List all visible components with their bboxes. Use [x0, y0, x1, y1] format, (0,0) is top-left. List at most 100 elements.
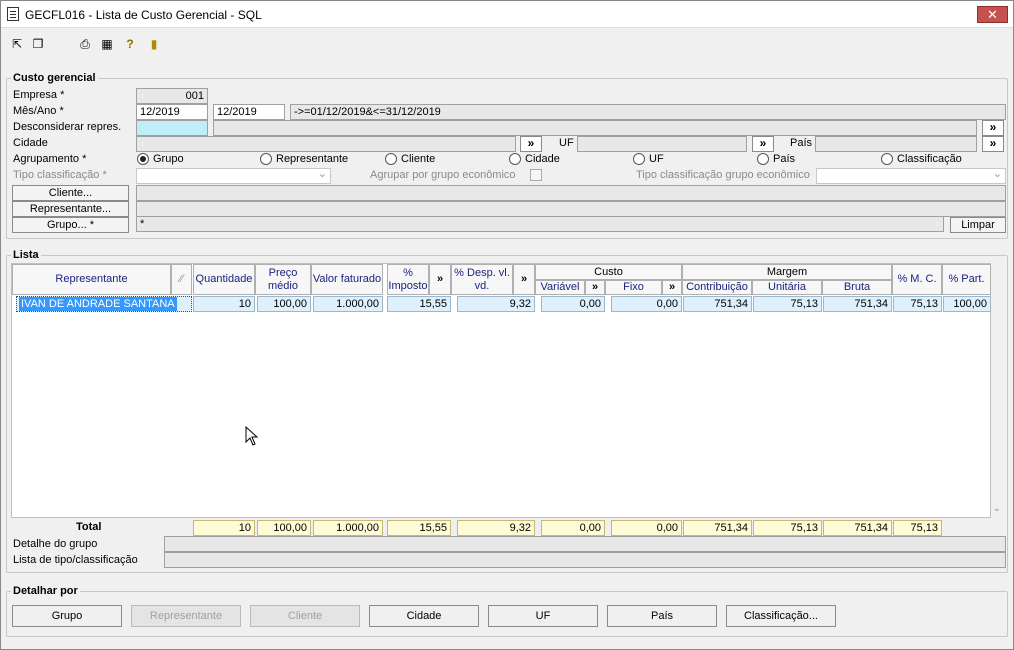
total-contribuicao: 751,34 — [683, 520, 752, 536]
calendar-icon[interactable]: ▦ — [99, 36, 115, 52]
radio-uf-label: UF — [649, 153, 664, 165]
lista-title: Lista — [11, 249, 41, 261]
row-mc: 75,13 — [893, 296, 942, 312]
window-title: GECFL016 - Lista de Custo Gerencial - SQ… — [25, 8, 262, 22]
representante-cell[interactable]: IVAN DE ANDRADE SANTANA — [16, 296, 192, 312]
export-icon[interactable]: ⇱ — [9, 36, 25, 52]
print-icon[interactable]: ⎙ — [77, 36, 93, 52]
header-variavel[interactable]: Variável — [535, 280, 585, 295]
cidade-field[interactable] — [136, 136, 516, 152]
empresa-field[interactable]: 001 — [136, 88, 208, 104]
lista-tipo-field — [164, 552, 1006, 568]
detalhar-pais-button[interactable]: País — [607, 605, 717, 627]
total-imposto: 15,55 — [387, 520, 451, 536]
header-valor-faturado[interactable]: Valor faturado — [311, 264, 383, 295]
tipo-class-ge-label: Tipo classificação grupo econômico — [636, 169, 810, 181]
row-despesa: 9,32 — [457, 296, 535, 312]
header-fixo[interactable]: Fixo — [605, 280, 662, 295]
header-mc[interactable]: % M. C. — [892, 264, 942, 295]
detalhar-grupo-button[interactable]: Grupo — [12, 605, 122, 627]
radio-pais[interactable] — [757, 153, 769, 165]
representante-value: IVAN DE ANDRADE SANTANA — [19, 297, 177, 311]
radio-classificacao[interactable] — [881, 153, 893, 165]
representante-button[interactable]: Representante... — [12, 201, 129, 217]
header-quantidade[interactable]: Quantidade — [193, 264, 255, 295]
scroll-down-icon[interactable]: ⌄ — [993, 503, 1001, 514]
radio-pais-label: País — [773, 153, 796, 165]
cliente-button[interactable]: Cliente... — [12, 185, 129, 201]
header-bruta[interactable]: Bruta — [822, 280, 892, 295]
header-imposto[interactable]: % Imposto — [387, 264, 429, 295]
radio-representante[interactable] — [260, 153, 272, 165]
detalhar-title: Detalhar por — [11, 585, 80, 597]
representante-field — [136, 201, 1006, 217]
total-quantidade: 10 — [193, 520, 255, 536]
tipo-classificacao-select[interactable] — [136, 167, 331, 184]
uf-more-button[interactable]: » — [752, 136, 774, 152]
radio-cliente[interactable] — [385, 153, 397, 165]
detalhar-cliente-button[interactable]: Cliente — [250, 605, 360, 627]
agrupar-grupo-economico-checkbox[interactable] — [530, 169, 542, 181]
cidade-more-button[interactable]: » — [520, 136, 542, 152]
despesa-more-button[interactable]: » — [513, 264, 535, 295]
detalhar-uf-button[interactable]: UF — [488, 605, 598, 627]
close-button[interactable]: ✕ — [977, 6, 1008, 23]
mes-fim-field[interactable]: 12/2019 — [213, 104, 285, 120]
detalhar-cidade-button[interactable]: Cidade — [369, 605, 479, 627]
radio-cidade[interactable] — [509, 153, 521, 165]
row-contribuicao: 751,34 — [683, 296, 752, 312]
app-window: GECFL016 - Lista de Custo Gerencial - SQ… — [0, 0, 1014, 650]
total-variavel: 0,00 — [541, 520, 605, 536]
total-bruta: 751,34 — [823, 520, 892, 536]
tipo-class-ge-select[interactable] — [816, 167, 1006, 184]
uf-field[interactable] — [577, 136, 747, 152]
total-preco-medio: 100,00 — [257, 520, 311, 536]
imposto-more-button[interactable]: » — [429, 264, 451, 295]
custo-gerencial-title: Custo gerencial — [11, 72, 98, 84]
header-unitaria[interactable]: Unitária — [752, 280, 822, 295]
vertical-scrollbar[interactable]: ⌄ — [991, 295, 1005, 517]
grupo-field: * — [136, 216, 944, 232]
row-variavel: 0,00 — [541, 296, 605, 312]
mouse-cursor-icon — [245, 426, 259, 446]
row-bruta: 751,34 — [823, 296, 892, 312]
radio-cidade-label: Cidade — [525, 153, 560, 165]
header-despesa[interactable]: % Desp. vl. vd. — [451, 264, 513, 295]
pais-more-button[interactable]: » — [982, 136, 1004, 152]
detalhar-classificacao-button[interactable]: Classificação... — [726, 605, 836, 627]
sort-icon[interactable]: ⁄⁄ — [171, 264, 192, 295]
row-quantidade: 10 — [193, 296, 255, 312]
desconsiderar-more-button[interactable]: » — [982, 120, 1004, 136]
radio-representante-label: Representante — [276, 153, 349, 165]
grupo-button[interactable]: Grupo... * — [12, 217, 129, 233]
total-unitaria: 75,13 — [753, 520, 822, 536]
row-preco-medio: 100,00 — [257, 296, 311, 312]
fixo-more-button[interactable]: » — [662, 280, 682, 295]
radio-grupo[interactable] — [137, 153, 149, 165]
lista-tipo-label: Lista de tipo/classificação — [13, 554, 138, 566]
header-preco-medio[interactable]: Preço médio — [255, 264, 311, 295]
radio-uf[interactable] — [633, 153, 645, 165]
pais-field[interactable] — [815, 136, 977, 152]
total-despesa: 9,32 — [457, 520, 535, 536]
document-icon — [7, 7, 19, 21]
desconsiderar-field[interactable] — [136, 120, 208, 136]
total-label: Total — [76, 521, 102, 533]
copy-icon[interactable]: ❐ — [30, 36, 46, 52]
header-part[interactable]: % Part. — [942, 264, 991, 295]
cliente-field — [136, 185, 1006, 201]
row-valor-faturado: 1.000,00 — [313, 296, 383, 312]
header-contribuicao[interactable]: Contribuição — [682, 280, 752, 295]
pais-label: País — [790, 137, 813, 149]
total-mc: 75,13 — [893, 520, 942, 536]
row-part: 100,00 — [943, 296, 991, 312]
mes-range-field: ->=01/12/2019&<=31/12/2019 — [290, 104, 1006, 120]
limpar-button[interactable]: Limpar — [950, 217, 1006, 233]
help-icon[interactable]: ? — [122, 36, 138, 52]
exit-icon[interactable]: ▮ — [146, 36, 162, 52]
variavel-more-button[interactable]: » — [585, 280, 605, 295]
mes-inicio-field[interactable]: 12/2019 — [136, 104, 208, 120]
uf-label: UF — [559, 137, 574, 149]
detalhar-representante-button[interactable]: Representante — [131, 605, 241, 627]
header-representante[interactable]: Representante — [12, 264, 171, 295]
